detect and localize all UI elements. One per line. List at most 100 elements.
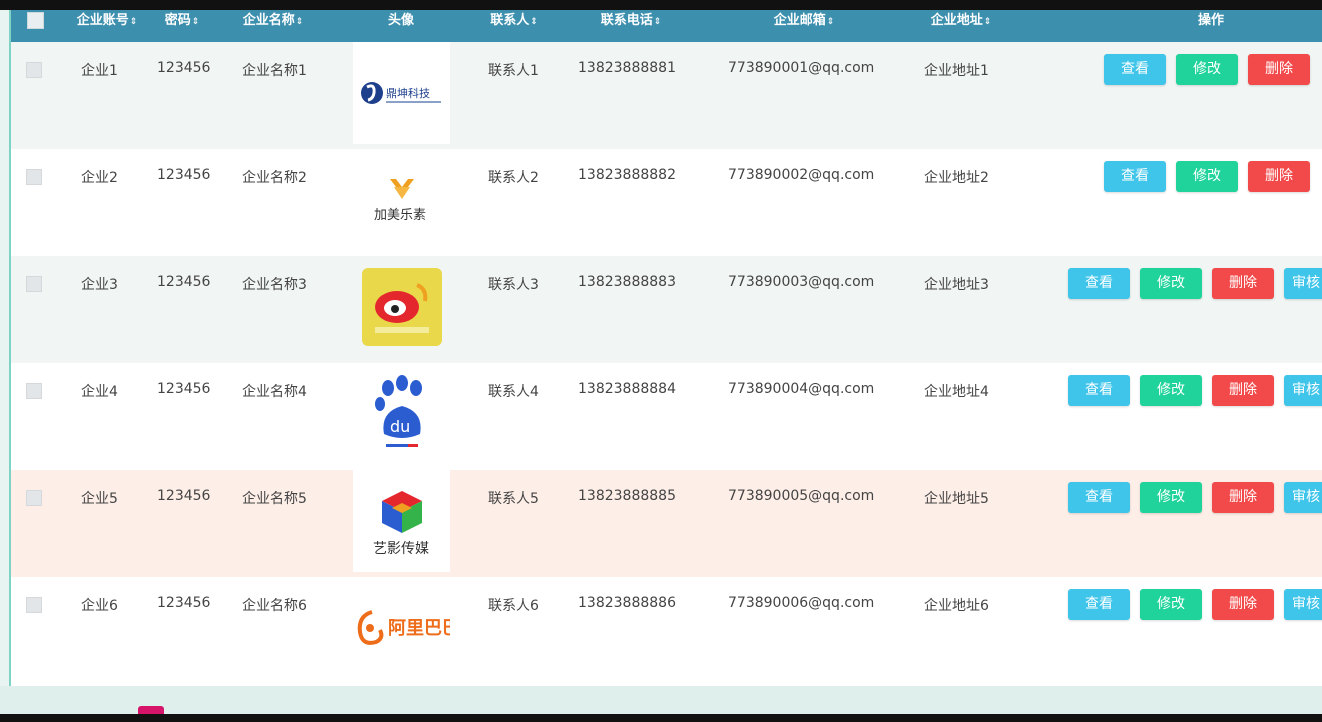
col-actions: 操作	[1197, 13, 1224, 28]
weibo-logo-icon	[361, 268, 442, 346]
avatar: 阿里巴巴	[353, 577, 450, 679]
sort-icon[interactable]: ⇕	[984, 17, 992, 27]
contact-cell: 联系人6	[488, 598, 539, 614]
col-email[interactable]: 企业邮箱⇕	[759, 10, 849, 42]
sort-icon[interactable]: ⇕	[654, 17, 662, 27]
view-button[interactable]: 查看	[1104, 161, 1166, 192]
avatar: 加美乐素	[353, 149, 450, 251]
alibaba-logo-icon: 阿里巴巴	[357, 610, 450, 645]
phone-cell: 13823888885	[578, 488, 676, 504]
avatar: 艺影传媒	[353, 470, 450, 572]
delete-button[interactable]: 删除	[1248, 54, 1310, 85]
logo-2-icon: 加美乐素	[374, 179, 426, 223]
page-footer	[0, 686, 1322, 722]
svg-text:du: du	[390, 417, 410, 436]
row-checkbox[interactable]	[26, 62, 42, 78]
audit-button[interactable]: 审核	[1284, 482, 1322, 513]
baidu-logo-icon: du	[374, 375, 422, 447]
view-button[interactable]: 查看	[1068, 375, 1130, 406]
view-button[interactable]: 查看	[1104, 54, 1166, 85]
avatar: 鼎坤科技	[353, 42, 450, 144]
col-phone[interactable]: 联系电话⇕	[586, 10, 676, 42]
edit-button[interactable]: 修改	[1140, 268, 1202, 299]
sort-icon[interactable]: ⇕	[296, 17, 304, 27]
address-cell: 企业地址1	[924, 63, 989, 79]
password-cell: 123456	[157, 167, 211, 183]
address-cell: 企业地址3	[924, 277, 989, 293]
audit-button[interactable]: 审核	[1284, 589, 1322, 620]
sort-icon[interactable]: ⇕	[192, 17, 200, 27]
delete-button[interactable]: 删除	[1248, 161, 1310, 192]
phone-cell: 13823888884	[578, 381, 676, 397]
account-cell: 企业1	[81, 63, 118, 79]
row-checkbox[interactable]	[26, 169, 42, 185]
account-cell: 企业4	[81, 384, 118, 400]
account-cell: 企业6	[81, 598, 118, 614]
svg-text:阿里巴巴: 阿里巴巴	[388, 618, 450, 639]
sort-icon[interactable]: ⇕	[530, 17, 538, 27]
edit-button[interactable]: 修改	[1140, 375, 1202, 406]
table-row: 企业6 123456 企业名称6 阿里巴巴 联系人6 13823888886 7…	[11, 577, 1322, 684]
password-cell: 123456	[157, 595, 211, 611]
contact-cell: 联系人5	[488, 491, 539, 507]
contact-cell: 联系人1	[488, 63, 539, 79]
table-row: 企业5 123456 企业名称5 艺影传媒 联系人5 13823888885 7…	[11, 470, 1322, 577]
delete-button[interactable]: 删除	[1212, 589, 1274, 620]
audit-button[interactable]: 审核	[1284, 268, 1322, 299]
email-cell: 773890003@qq.com	[728, 274, 875, 290]
avatar	[353, 256, 450, 358]
cube-logo-icon: 艺影传媒	[373, 491, 429, 557]
table-row: 企业4 123456 企业名称4 du 联系人4 13823888884 773…	[11, 363, 1322, 470]
col-name[interactable]: 企业名称⇕	[233, 10, 313, 42]
name-cell: 企业名称5	[242, 491, 307, 507]
table-row: 企业3 123456 企业名称3 联系人3 13823888883 773890…	[11, 256, 1322, 363]
row-checkbox[interactable]	[26, 383, 42, 399]
bottom-edge	[0, 714, 1322, 722]
avatar: du	[353, 363, 450, 465]
edit-button[interactable]: 修改	[1140, 589, 1202, 620]
password-cell: 123456	[157, 488, 211, 504]
audit-button[interactable]: 审核	[1284, 375, 1322, 406]
email-cell: 773890004@qq.com	[728, 381, 875, 397]
delete-button[interactable]: 删除	[1212, 375, 1274, 406]
col-password[interactable]: 密码⇕	[157, 10, 207, 42]
edit-button[interactable]: 修改	[1176, 161, 1238, 192]
password-cell: 123456	[157, 381, 211, 397]
contact-cell: 联系人3	[488, 277, 539, 293]
svg-text:艺影传媒: 艺影传媒	[373, 541, 429, 557]
table-row: 企业1 123456 企业名称1 鼎坤科技 联系人1 13823888881 7…	[11, 42, 1322, 149]
row-checkbox[interactable]	[26, 597, 42, 613]
address-cell: 企业地址5	[924, 491, 989, 507]
name-cell: 企业名称1	[242, 63, 307, 79]
table-header: 企业账号⇕ 密码⇕ 企业名称⇕ 头像 联系人⇕ 联系电话⇕ 企业邮箱⇕ 企业地址…	[11, 10, 1322, 42]
col-contact[interactable]: 联系人⇕	[479, 10, 549, 42]
sort-icon[interactable]: ⇕	[130, 17, 138, 27]
email-cell: 773890005@qq.com	[728, 488, 875, 504]
top-edge	[0, 0, 1322, 10]
row-checkbox[interactable]	[26, 490, 42, 506]
svg-text:鼎坤科技: 鼎坤科技	[386, 86, 430, 100]
edit-button[interactable]: 修改	[1176, 54, 1238, 85]
delete-button[interactable]: 删除	[1212, 482, 1274, 513]
enterprise-table: 企业账号⇕ 密码⇕ 企业名称⇕ 头像 联系人⇕ 联系电话⇕ 企业邮箱⇕ 企业地址…	[9, 10, 1322, 686]
password-cell: 123456	[157, 60, 211, 76]
col-account[interactable]: 企业账号⇕	[67, 10, 147, 42]
email-cell: 773890001@qq.com	[728, 60, 875, 76]
view-button[interactable]: 查看	[1068, 589, 1130, 620]
edit-button[interactable]: 修改	[1140, 482, 1202, 513]
account-cell: 企业5	[81, 491, 118, 507]
name-cell: 企业名称6	[242, 598, 307, 614]
phone-cell: 13823888883	[578, 274, 676, 290]
sort-icon[interactable]: ⇕	[827, 17, 835, 27]
select-all-checkbox[interactable]	[27, 12, 44, 29]
row-checkbox[interactable]	[26, 276, 42, 292]
view-button[interactable]: 查看	[1068, 268, 1130, 299]
delete-button[interactable]: 删除	[1212, 268, 1274, 299]
phone-cell: 13823888882	[578, 167, 676, 183]
address-cell: 企业地址4	[924, 384, 989, 400]
email-cell: 773890002@qq.com	[728, 167, 875, 183]
col-address[interactable]: 企业地址⇕	[916, 10, 1006, 42]
contact-cell: 联系人4	[488, 384, 539, 400]
view-button[interactable]: 查看	[1068, 482, 1130, 513]
phone-cell: 13823888881	[578, 60, 676, 76]
